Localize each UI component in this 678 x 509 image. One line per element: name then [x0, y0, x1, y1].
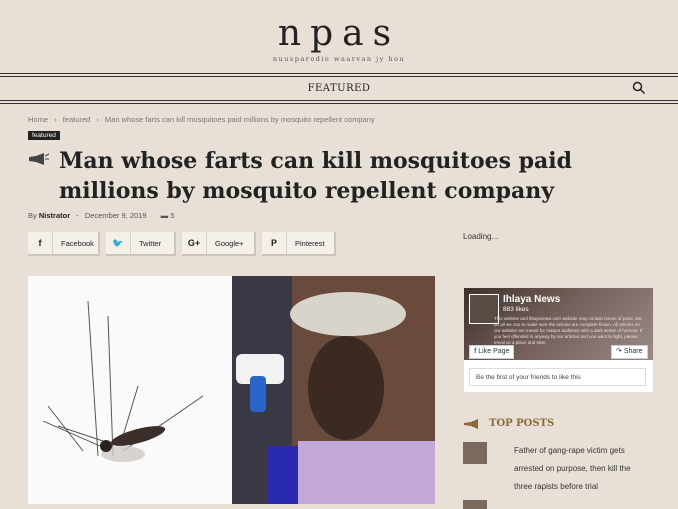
- breadcrumb-sep: ›: [96, 115, 99, 124]
- megaphone-icon: [29, 153, 50, 165]
- share-separator: [130, 232, 131, 254]
- article-title: Man whose farts can kill mosquitoes paid…: [59, 148, 573, 204]
- top-posts-label: TOP POSTS: [489, 418, 555, 429]
- share-twitter-label: Twitter: [139, 238, 162, 248]
- author-prefix: By: [28, 211, 37, 220]
- article-date: December 9, 2019: [84, 211, 147, 220]
- share-facebook-label: Facebook: [61, 238, 94, 248]
- article-meta: By Nistrator - December 9, 2019 ▬ 5: [28, 211, 174, 220]
- meta-separator: -: [76, 211, 79, 220]
- share-pinterest-button[interactable]: P Pinterest: [262, 232, 336, 256]
- header-rule-top: [0, 73, 678, 74]
- share-google-button[interactable]: G+ Google+: [182, 232, 256, 256]
- fb-page-description: This website and ihlayanews.com website …: [494, 316, 643, 345]
- share-separator: [206, 232, 207, 254]
- site-logo[interactable]: npas nuusparodie waarvan jy hou: [0, 13, 678, 64]
- share-arrow-icon: ↷: [616, 348, 624, 355]
- top-posts-heading: TOP POSTS: [463, 418, 554, 429]
- header-rule-bottom: [0, 100, 678, 101]
- megaphone-icon: [464, 418, 478, 429]
- fb-share-label: Share: [623, 348, 643, 355]
- search-icon[interactable]: [632, 81, 646, 95]
- share-facebook-button[interactable]: f Facebook: [28, 232, 100, 256]
- comment-count[interactable]: 5: [170, 211, 174, 220]
- facebook-icon: f: [38, 238, 42, 248]
- share-google-label: Google+: [215, 238, 244, 248]
- header-rule-bottom-2: [0, 103, 678, 104]
- fb-like-page-button[interactable]: f Like Page: [469, 345, 515, 359]
- comment-icon[interactable]: ▬: [161, 211, 169, 220]
- top-post-title-line[interactable]: arrested on purpose, then kill the: [514, 460, 654, 477]
- breadcrumb-section[interactable]: featured: [63, 115, 91, 124]
- fb-friends-text: Be the first of your friends to like thi…: [469, 368, 646, 386]
- pinterest-icon: P: [270, 238, 277, 248]
- top-post-thumbnail[interactable]: [463, 442, 487, 464]
- share-pinterest-label: Pinterest: [295, 238, 325, 248]
- breadcrumb-current: Man whose farts can kill mosquitoes paid…: [104, 115, 375, 124]
- sidebar-loading: Loading...: [463, 232, 499, 241]
- fb-like-label: Like Page: [478, 348, 510, 355]
- share-twitter-button[interactable]: 🐦 Twitter: [106, 232, 176, 256]
- category-badge[interactable]: featured: [28, 131, 60, 140]
- featured-image: [28, 276, 435, 504]
- site-tagline: nuusparodie waarvan jy hou: [272, 55, 406, 63]
- breadcrumb-home[interactable]: Home: [28, 115, 48, 124]
- top-post-title-line[interactable]: three rapists before trial: [514, 478, 654, 495]
- top-post-title-line[interactable]: Father of gang-rape victim gets: [514, 442, 654, 459]
- fb-page-name[interactable]: Ihlaya News: [503, 294, 560, 305]
- share-separator: [286, 232, 287, 254]
- nav-featured[interactable]: FEATURED: [0, 83, 678, 94]
- site-name: npas: [277, 13, 401, 54]
- breadcrumb: Home › featured › Man whose farts can ki…: [28, 115, 379, 124]
- google-plus-icon: G+: [187, 238, 201, 248]
- header-rule-top-2: [0, 76, 678, 77]
- author-link[interactable]: Nistrator: [39, 211, 70, 220]
- facebook-page-widget[interactable]: Ihlaya News 883 likes This website and i…: [463, 287, 654, 393]
- fb-share-button[interactable]: ↷ Share: [611, 345, 648, 359]
- fb-page-likes: 883 likes: [503, 306, 529, 313]
- share-separator: [52, 232, 53, 254]
- top-post-thumbnail[interactable]: [463, 500, 487, 509]
- twitter-icon: 🐦: [112, 237, 124, 248]
- breadcrumb-sep: ›: [54, 115, 57, 124]
